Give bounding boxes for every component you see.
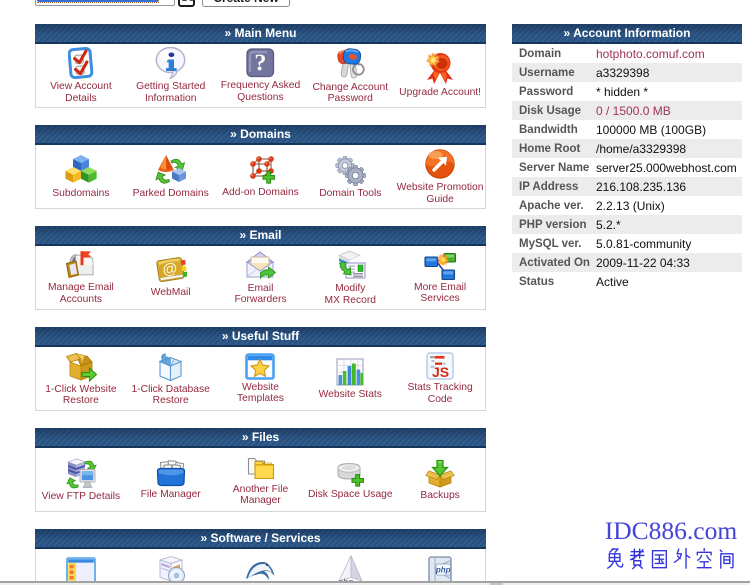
svg-text:php: php (435, 566, 451, 575)
svg-text:@: @ (161, 260, 178, 279)
svg-text:JS: JS (432, 364, 449, 380)
svg-text:?: ? (254, 51, 266, 77)
